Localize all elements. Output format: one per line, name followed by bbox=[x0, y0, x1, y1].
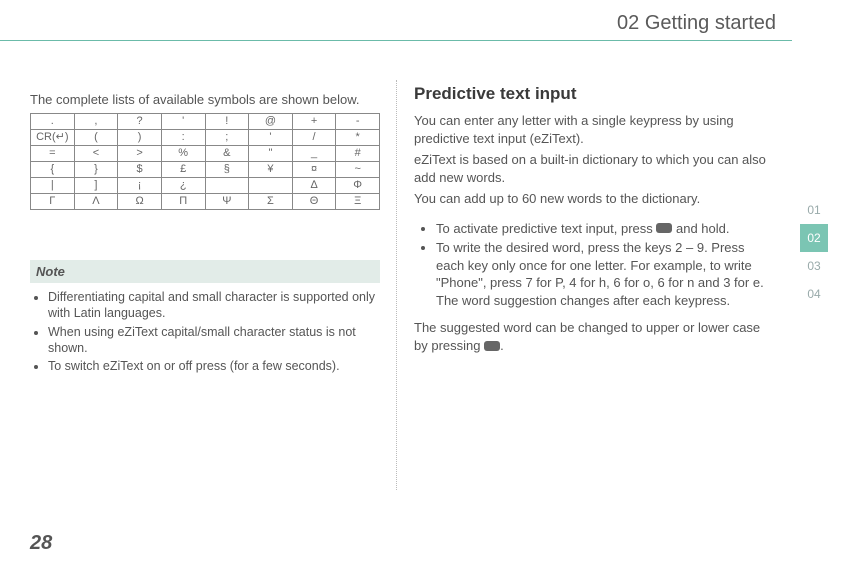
symbols-intro: The complete lists of available symbols … bbox=[30, 92, 380, 107]
text: The word suggestion changes after each k… bbox=[436, 293, 730, 308]
cell: # bbox=[336, 146, 380, 162]
table-row: = < > % & " _ # bbox=[31, 146, 380, 162]
cell: } bbox=[74, 162, 118, 178]
cell: ' bbox=[161, 114, 205, 130]
right-column: Predictive text input You can enter any … bbox=[414, 84, 774, 359]
cell: ~ bbox=[336, 162, 380, 178]
note-item: Differentiating capital and small charac… bbox=[48, 289, 380, 322]
paragraph: You can enter any letter with a single k… bbox=[414, 112, 774, 147]
cell: ¿ bbox=[161, 178, 205, 194]
cell: ? bbox=[118, 114, 162, 130]
side-tabs: 01 02 03 04 bbox=[800, 196, 828, 308]
cell bbox=[249, 178, 293, 194]
chapter-header: 02 Getting started bbox=[617, 12, 776, 35]
cell: § bbox=[205, 162, 249, 178]
text: To activate predictive text input, press bbox=[436, 221, 656, 236]
cell: @ bbox=[249, 114, 293, 130]
cell: + bbox=[292, 114, 336, 130]
cell: Ξ bbox=[336, 194, 380, 210]
cell bbox=[205, 178, 249, 194]
cell: ∆ bbox=[292, 178, 336, 194]
cell: = bbox=[31, 146, 75, 162]
cell: " bbox=[249, 146, 293, 162]
cell: Σ bbox=[249, 194, 293, 210]
text: . bbox=[500, 338, 504, 353]
text: The suggested word can be changed to upp… bbox=[414, 320, 760, 353]
paragraph: The suggested word can be changed to upp… bbox=[414, 319, 774, 354]
cell: ! bbox=[205, 114, 249, 130]
cell: Π bbox=[161, 194, 205, 210]
cell: / bbox=[292, 130, 336, 146]
text: To write the desired word, press the key… bbox=[436, 240, 764, 290]
note-item: When using eZiText capital/small charact… bbox=[48, 324, 380, 357]
cell: % bbox=[161, 146, 205, 162]
list-item: To activate predictive text input, press… bbox=[436, 220, 774, 238]
key-icon bbox=[656, 223, 672, 233]
cell: , bbox=[74, 114, 118, 130]
cell: ) bbox=[118, 130, 162, 146]
header-rule bbox=[0, 40, 792, 41]
list-item: To write the desired word, press the key… bbox=[436, 239, 774, 309]
column-divider bbox=[396, 80, 397, 490]
tab-01: 01 bbox=[800, 196, 828, 224]
note-box: Note Differentiating capital and small c… bbox=[30, 260, 380, 374]
cell: ; bbox=[205, 130, 249, 146]
cell: ¡ bbox=[118, 178, 162, 194]
left-column: The complete lists of available symbols … bbox=[30, 92, 380, 376]
section-title: Predictive text input bbox=[414, 84, 774, 104]
text: and hold. bbox=[672, 221, 729, 236]
instruction-list: To activate predictive text input, press… bbox=[414, 220, 774, 310]
cell: { bbox=[31, 162, 75, 178]
cell: ¤ bbox=[292, 162, 336, 178]
cell: ¥ bbox=[249, 162, 293, 178]
table-row: Γ Λ Ω Π Ψ Σ Θ Ξ bbox=[31, 194, 380, 210]
paragraph: You can add up to 60 new words to the di… bbox=[414, 190, 774, 208]
tab-02: 02 bbox=[800, 224, 828, 252]
cell: CR(↵) bbox=[31, 130, 75, 146]
symbol-table: . , ? ' ! @ + - CR(↵) ( ) : ; ' / * = < … bbox=[30, 113, 380, 210]
cell: * bbox=[336, 130, 380, 146]
table-row: { } $ £ § ¥ ¤ ~ bbox=[31, 162, 380, 178]
cell: Λ bbox=[74, 194, 118, 210]
cell: _ bbox=[292, 146, 336, 162]
tab-03: 03 bbox=[800, 252, 828, 280]
note-item: To switch eZiText on or off press (for a… bbox=[48, 358, 380, 374]
note-title: Note bbox=[30, 260, 380, 283]
key-icon bbox=[484, 341, 500, 351]
cell: | bbox=[31, 178, 75, 194]
cell: Ψ bbox=[205, 194, 249, 210]
page-number: 28 bbox=[30, 532, 52, 555]
table-row: | ] ¡ ¿ ∆ Φ bbox=[31, 178, 380, 194]
cell: : bbox=[161, 130, 205, 146]
tab-04: 04 bbox=[800, 280, 828, 308]
cell: ] bbox=[74, 178, 118, 194]
cell: & bbox=[205, 146, 249, 162]
cell: $ bbox=[118, 162, 162, 178]
cell: Φ bbox=[336, 178, 380, 194]
cell: ( bbox=[74, 130, 118, 146]
cell: ' bbox=[249, 130, 293, 146]
cell: . bbox=[31, 114, 75, 130]
note-list: Differentiating capital and small charac… bbox=[30, 289, 380, 374]
table-row: . , ? ' ! @ + - bbox=[31, 114, 380, 130]
table-row: CR(↵) ( ) : ; ' / * bbox=[31, 130, 380, 146]
cell: £ bbox=[161, 162, 205, 178]
cell: Ω bbox=[118, 194, 162, 210]
cell: Γ bbox=[31, 194, 75, 210]
paragraph: eZiText is based on a built-in dictionar… bbox=[414, 151, 774, 186]
cell: Θ bbox=[292, 194, 336, 210]
cell: - bbox=[336, 114, 380, 130]
cell: > bbox=[118, 146, 162, 162]
cell: < bbox=[74, 146, 118, 162]
